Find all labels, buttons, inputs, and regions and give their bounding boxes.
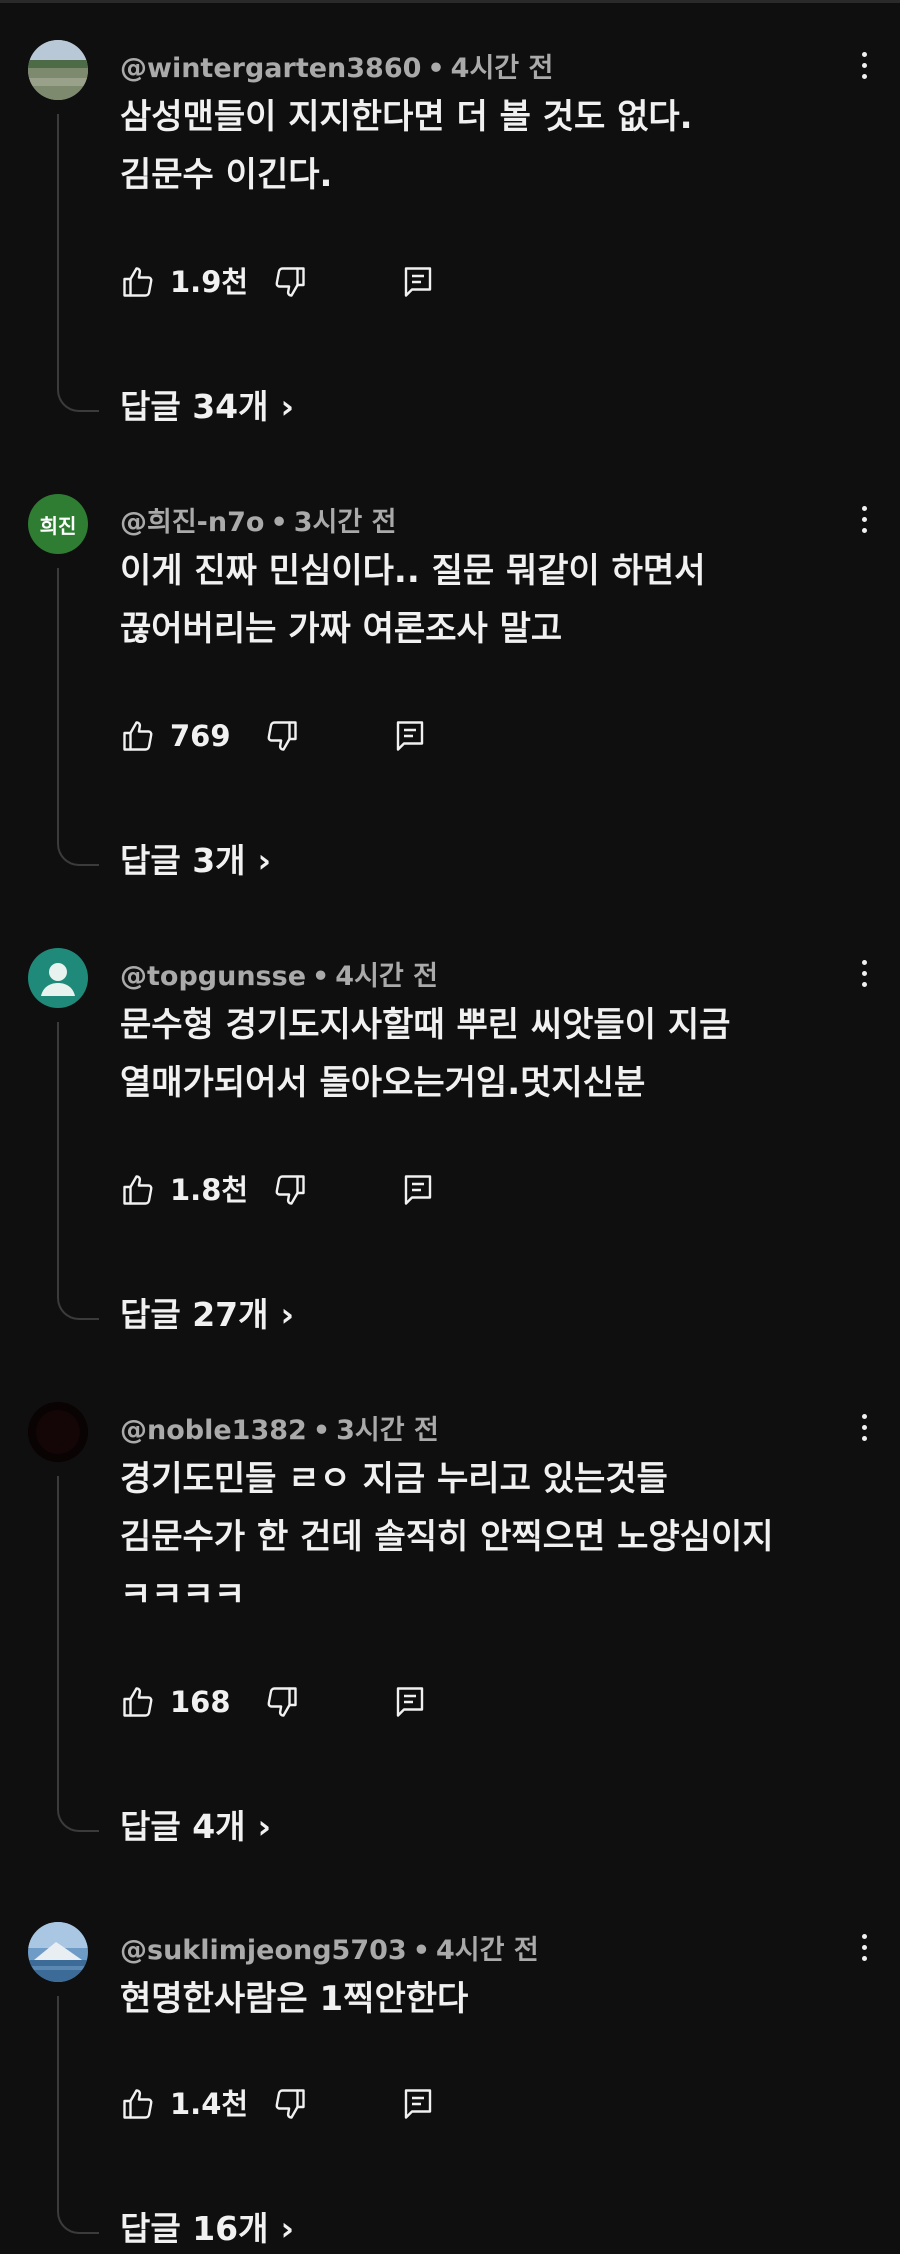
view-replies-button[interactable]: 답글 16개 › (120, 2202, 294, 2250)
like-count: 1.8천 (170, 1173, 249, 1207)
comment-text-line: 김문수가 한 건데 솔직히 안찍으면 노양심이지 (120, 1517, 774, 1557)
comment-text: 문수형 경기도지사할때 뿌린 씨앗들이 지금 열매가되어서 돌아오는거임.멋지신… (120, 996, 880, 1112)
comment-text-line: 이게 진짜 민심이다.. 질문 뭐같이 하면서 (120, 551, 706, 591)
avatar[interactable] (28, 1402, 88, 1462)
meta-separator: • (312, 961, 330, 992)
reply-thread-line (57, 1996, 99, 2234)
thumbs-up-icon[interactable] (120, 264, 156, 300)
author-handle[interactable]: @희진-n7o (120, 507, 264, 538)
comment-text-line: 삼성맨들이 지지한다면 더 볼 것도 없다. (120, 97, 693, 137)
like-count: 1.4천 (170, 2087, 249, 2121)
thumbs-down-icon[interactable] (272, 1172, 308, 1208)
comment-time[interactable]: 4시간 전 (335, 961, 438, 992)
comment-reply-icon[interactable] (400, 1172, 436, 1208)
replies-count: 답글 4개 (120, 1807, 246, 1846)
reply-thread-line (57, 1022, 99, 1320)
replies-count: 답글 16개 (120, 2209, 269, 2248)
like-count: 168 (170, 1685, 231, 1719)
thumbs-down-icon[interactable] (264, 1684, 300, 1720)
comment-actions: 168 (120, 1680, 620, 1724)
comment-time[interactable]: 3시간 전 (336, 1415, 439, 1446)
top-divider (0, 0, 900, 3)
chevron-right-icon: › (280, 2209, 295, 2248)
author-handle[interactable]: @topgunsse (120, 961, 306, 992)
comment-actions: 1.8천 (120, 1168, 620, 1212)
chevron-right-icon: › (280, 1295, 295, 1334)
comment-time[interactable]: 4시간 전 (451, 53, 554, 84)
comment-text-line: 끊어버리는 가짜 여론조사 말고 (120, 609, 563, 649)
meta-separator: • (312, 1415, 331, 1446)
more-vertical-icon[interactable] (858, 960, 870, 1000)
reply-thread-line (57, 114, 99, 412)
view-replies-button[interactable]: 답글 34개 › (120, 380, 294, 428)
thumbs-down-icon[interactable] (264, 718, 300, 754)
comment-meta: @noble1382 • 3시간 전 (120, 1408, 439, 1447)
comment-time[interactable]: 4시간 전 (436, 1935, 539, 1966)
thumbs-up-icon[interactable] (120, 1172, 156, 1208)
thumbs-down-icon[interactable] (272, 2086, 308, 2122)
meta-separator: • (412, 1935, 430, 1966)
thumbs-up-icon[interactable] (120, 2086, 156, 2122)
view-replies-button[interactable]: 답글 3개 › (120, 834, 271, 882)
comment-time[interactable]: 3시간 전 (294, 507, 397, 538)
replies-count: 답글 34개 (120, 387, 269, 426)
replies-count: 답글 27개 (120, 1295, 269, 1334)
comment-text: 경기도민들 ㄹㅇ 지금 누리고 있는것들 김문수가 한 건데 솔직히 안찍으면 … (120, 1450, 880, 1624)
comment-text: 현명한사람은 1찍안한다 (120, 1970, 880, 2028)
avatar[interactable] (28, 1922, 88, 1982)
like-count: 769 (170, 719, 231, 753)
meta-separator: • (270, 507, 288, 538)
comment-text: 삼성맨들이 지지한다면 더 볼 것도 없다. 김문수 이긴다. (120, 88, 880, 204)
author-handle[interactable]: @noble1382 (120, 1415, 307, 1446)
more-vertical-icon[interactable] (858, 1934, 870, 1974)
comment-reply-icon[interactable] (400, 2086, 436, 2122)
comment-text-line: ㅋㅋㅋㅋ (120, 1575, 246, 1615)
chevron-right-icon: › (257, 1807, 272, 1846)
comment-reply-icon[interactable] (400, 264, 436, 300)
comment-meta: @희진-n7o • 3시간 전 (120, 500, 396, 539)
comment-meta: @wintergarten3860 • 4시간 전 (120, 46, 553, 85)
more-vertical-icon[interactable] (858, 506, 870, 546)
view-replies-button[interactable]: 답글 27개 › (120, 1288, 294, 1336)
avatar[interactable] (28, 40, 88, 100)
author-handle[interactable]: @wintergarten3860 (120, 53, 421, 84)
meta-separator: • (427, 53, 445, 84)
chevron-right-icon: › (257, 841, 272, 880)
comment-text-line: 열매가되어서 돌아오는거임.멋지신분 (120, 1063, 646, 1103)
comment-text: 이게 진짜 민심이다.. 질문 뭐같이 하면서 끊어버리는 가짜 여론조사 말고 (120, 542, 880, 658)
comment-reply-icon[interactable] (392, 718, 428, 754)
comment-meta: @suklimjeong5703 • 4시간 전 (120, 1928, 539, 1967)
more-vertical-icon[interactable] (858, 52, 870, 92)
avatar[interactable] (28, 948, 88, 1008)
comment-text-line: 현명한사람은 1찍안한다 (120, 1979, 469, 2019)
reply-thread-line (57, 1476, 99, 1832)
comment-text-line: 문수형 경기도지사할때 뿌린 씨앗들이 지금 (120, 1005, 731, 1045)
like-count: 1.9천 (170, 265, 249, 299)
comment-reply-icon[interactable] (392, 1684, 428, 1720)
author-handle[interactable]: @suklimjeong5703 (120, 1935, 407, 1966)
chevron-right-icon: › (280, 387, 295, 426)
thumbs-down-icon[interactable] (272, 264, 308, 300)
avatar[interactable]: 희진 (28, 494, 88, 554)
reply-thread-line (57, 568, 99, 866)
thumbs-up-icon[interactable] (120, 718, 156, 754)
more-vertical-icon[interactable] (858, 1414, 870, 1454)
replies-count: 답글 3개 (120, 841, 246, 880)
comment-text-line: 경기도민들 ㄹㅇ 지금 누리고 있는것들 (120, 1459, 668, 1499)
view-replies-button[interactable]: 답글 4개 › (120, 1800, 271, 1848)
avatar-initials: 희진 (39, 513, 77, 538)
comment-meta: @topgunsse • 4시간 전 (120, 954, 438, 993)
thumbs-up-icon[interactable] (120, 1684, 156, 1720)
comment-actions: 769 (120, 714, 620, 758)
comment-actions: 1.9천 (120, 260, 620, 304)
comment-text-line: 김문수 이긴다. (120, 155, 333, 195)
comment-actions: 1.4천 (120, 2082, 620, 2126)
